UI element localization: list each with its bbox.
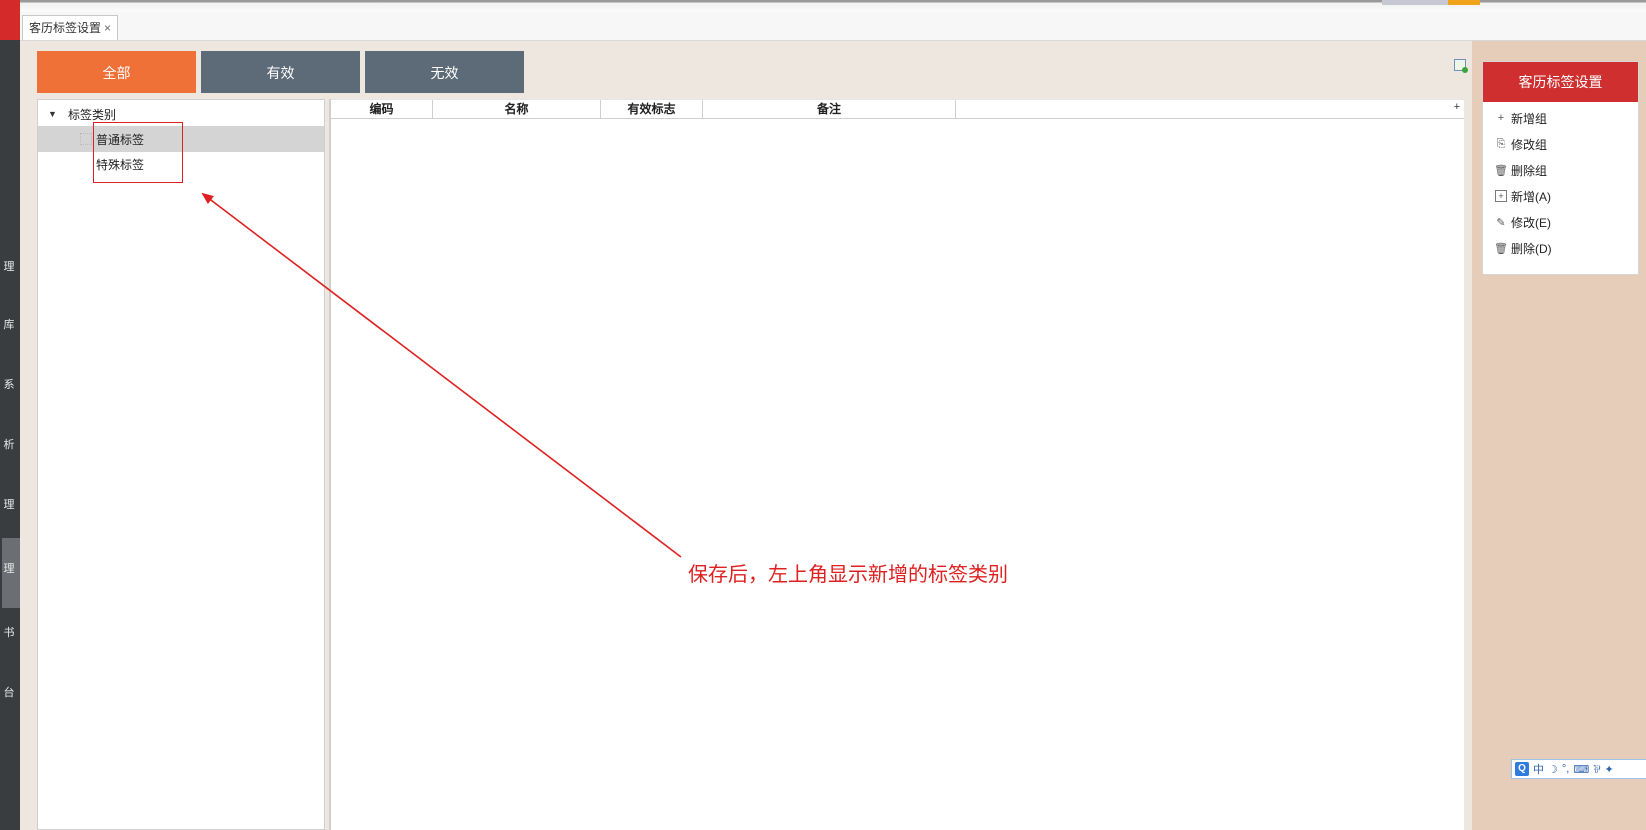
left-nav-strip: 理 库 系 析 理 理 书 台 <box>0 0 20 830</box>
export-icon[interactable] <box>1454 59 1468 73</box>
action-label: 删除(D) <box>1511 241 1552 256</box>
tab-title: 客历标签设置 <box>29 21 102 35</box>
category-tree: ▼ 标签类别 普通标签 特殊标签 <box>37 99 325 830</box>
trash-icon: 🗑 <box>1494 242 1508 255</box>
tree-item[interactable]: 特殊标签 <box>38 151 324 177</box>
filter-invalid-button[interactable]: 无效 <box>365 51 524 93</box>
trash-icon: 🗑 <box>1494 164 1508 177</box>
left-nav-item[interactable]: 理 <box>2 496 16 512</box>
left-nav-item[interactable]: 理 <box>2 258 16 274</box>
ime-keyboard-icon[interactable]: ⌨ <box>1573 763 1589 776</box>
left-nav-item[interactable]: 析 <box>2 436 16 452</box>
edit-button[interactable]: ✎ 修改(E) <box>1483 209 1638 235</box>
delete-group-button[interactable]: 🗑 删除组 <box>1483 157 1638 183</box>
tree-item-label: 特殊标签 <box>96 157 145 172</box>
edit-icon: ✎ <box>1496 216 1506 229</box>
left-nav-item[interactable]: 书 <box>2 624 16 640</box>
action-label: 新增组 <box>1511 111 1548 126</box>
ime-language-toggle[interactable]: 中 <box>1533 761 1544 777</box>
add-button[interactable]: + 新增(A) <box>1483 183 1638 209</box>
tab-label-settings[interactable]: 客历标签设置 × <box>22 15 119 40</box>
action-label: 新增(A) <box>1511 189 1551 204</box>
ime-settings-icon[interactable]: ✦ <box>1604 763 1613 776</box>
filter-all-button[interactable]: 全部 <box>37 51 196 93</box>
ime-logo-icon[interactable]: Q <box>1515 762 1529 776</box>
tree-item[interactable]: 普通标签 <box>38 126 324 152</box>
data-grid: 编码 名称 有效标志 备注 + <box>329 99 1464 830</box>
delete-button[interactable]: 🗑 删除(D) <box>1483 235 1638 261</box>
tab-bar: 客历标签设置 × <box>20 12 1646 41</box>
add-box-icon: + <box>1495 190 1507 202</box>
top-bar-chip-orange[interactable] <box>1448 0 1480 5</box>
left-nav-item[interactable]: 库 <box>2 316 16 332</box>
grid-header: 编码 名称 有效标志 备注 + <box>331 99 1464 119</box>
left-nav-item[interactable]: 台 <box>2 684 16 700</box>
column-header-remark[interactable]: 备注 <box>703 100 956 119</box>
tree-node-icon <box>80 158 92 170</box>
ime-moon-icon[interactable]: ☽ <box>1548 763 1558 776</box>
filter-valid-button[interactable]: 有效 <box>201 51 360 93</box>
annotation-text: 保存后，左上角显示新增的标签类别 <box>688 564 1008 586</box>
column-header-valid-flag[interactable]: 有效标志 <box>601 100 703 119</box>
action-panel-title: 客历标签设置 <box>1483 62 1638 102</box>
ime-toolbar: Q 中 ☽ °, ⌨ ⅌ ✦ <box>1511 759 1646 779</box>
action-label: 修改组 <box>1511 137 1548 152</box>
left-nav-item[interactable]: 理 <box>2 560 16 576</box>
ime-fullwidth-icon[interactable]: ⅌ <box>1593 762 1600 777</box>
column-header-code[interactable]: 编码 <box>331 100 433 119</box>
action-panel: 客历标签设置 + 新增组 ⎘ 修改组 🗑 删除组 + 新增(A) ✎ 修改(E) <box>1482 61 1639 275</box>
tree-root-label: 标签类别 <box>68 107 117 122</box>
tree-node-icon <box>80 133 92 145</box>
left-strip-red-block <box>0 0 20 40</box>
main-content: 全部 有效 无效 ▼ 标签类别 普通标签 特殊标签 编码 名称 有效标志 备注 … <box>20 41 1472 830</box>
action-label: 修改(E) <box>1511 215 1551 230</box>
action-label: 删除组 <box>1511 163 1548 178</box>
right-sidebar: 客历标签设置 + 新增组 ⎘ 修改组 🗑 删除组 + 新增(A) ✎ 修改(E) <box>1472 41 1646 830</box>
tree-root[interactable]: ▼ 标签类别 <box>38 104 324 124</box>
add-column-icon[interactable]: + <box>1454 101 1460 113</box>
edit-group-button[interactable]: ⎘ 修改组 <box>1483 131 1638 157</box>
expand-arrow-icon[interactable]: ▼ <box>48 109 60 119</box>
ime-punctuation-icon[interactable]: °, <box>1562 763 1569 775</box>
copy-icon: ⎘ <box>1496 137 1506 150</box>
tree-item-label: 普通标签 <box>96 132 145 147</box>
plus-icon: + <box>1497 112 1505 124</box>
top-bar-chip[interactable] <box>1382 0 1448 5</box>
add-group-button[interactable]: + 新增组 <box>1483 105 1638 131</box>
close-icon[interactable]: × <box>104 16 111 40</box>
top-bar <box>20 0 1646 12</box>
left-nav-item[interactable]: 系 <box>2 376 16 392</box>
column-header-name[interactable]: 名称 <box>433 100 601 119</box>
